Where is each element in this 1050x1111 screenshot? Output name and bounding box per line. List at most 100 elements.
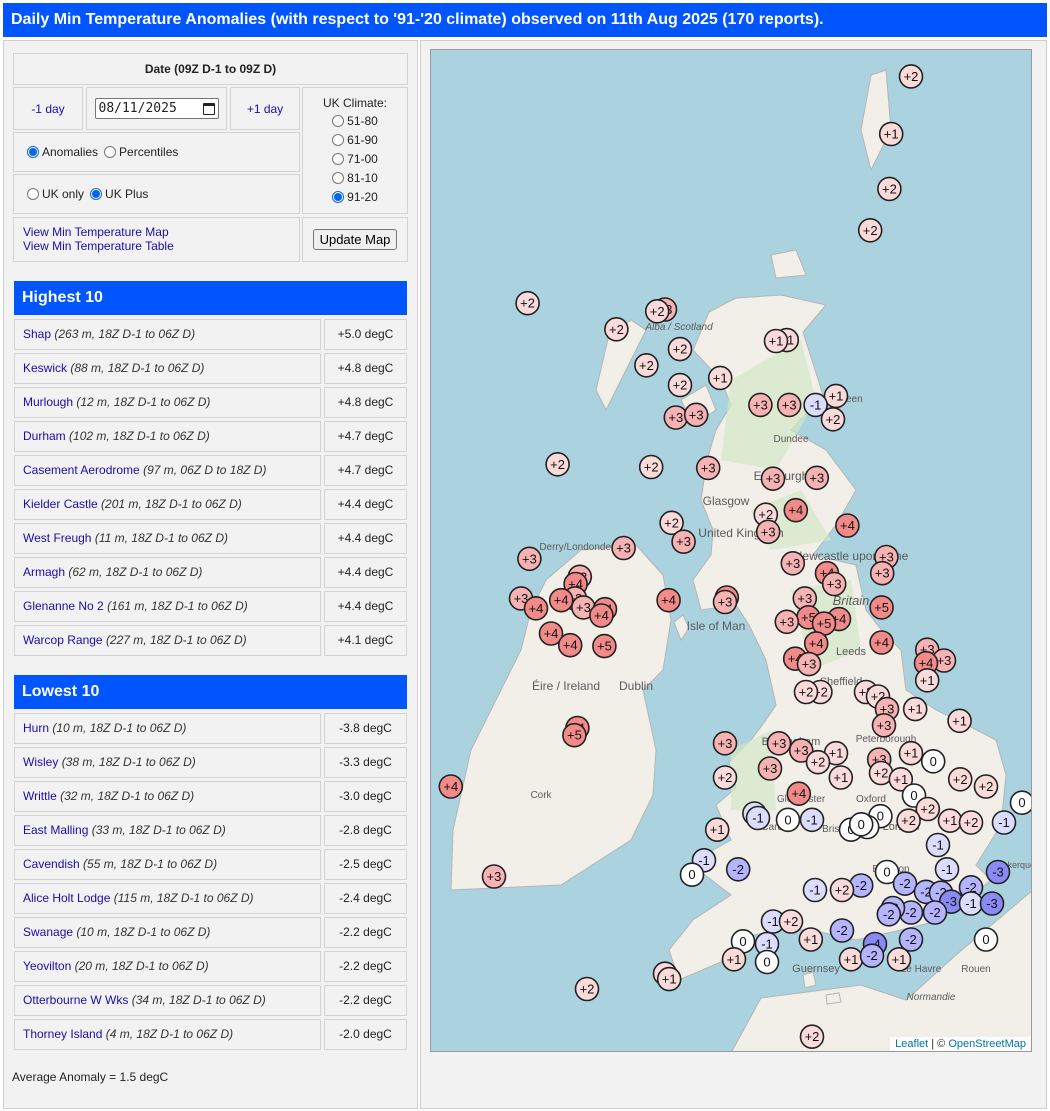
station-marker[interactable]: +2 xyxy=(947,766,973,792)
region-option-uk-plus[interactable]: UK Plus xyxy=(90,187,148,201)
station-link[interactable]: Wisley xyxy=(23,755,58,769)
station-marker[interactable]: +2 xyxy=(778,909,804,934)
station-link[interactable]: Glenanne No 2 xyxy=(23,599,104,613)
station-marker[interactable]: +1 xyxy=(886,946,912,972)
station-marker[interactable]: +1 xyxy=(898,740,924,766)
station-marker[interactable]: +2 xyxy=(958,810,984,835)
station-link[interactable]: Armagh xyxy=(23,565,65,579)
station-marker[interactable]: +3 xyxy=(774,609,800,635)
station-marker[interactable]: -1 xyxy=(745,805,771,831)
station-marker[interactable]: +3 xyxy=(683,402,709,428)
station-link[interactable]: Swanage xyxy=(23,925,73,939)
climate-radio[interactable] xyxy=(332,134,345,146)
station-marker[interactable]: +4 xyxy=(835,513,860,538)
station-marker[interactable]: +3 xyxy=(821,571,847,597)
leaflet-link[interactable]: Leaflet xyxy=(895,1038,928,1050)
station-marker[interactable]: +2 xyxy=(515,290,540,316)
station-marker[interactable]: 0 xyxy=(973,927,999,952)
station-marker[interactable]: +1 xyxy=(707,365,733,391)
station-marker[interactable]: -2 xyxy=(829,918,855,943)
station-marker[interactable]: +2 xyxy=(667,372,693,398)
station-marker[interactable]: +2 xyxy=(712,765,738,790)
station-marker[interactable]: -3 xyxy=(985,859,1011,885)
station-marker[interactable]: +2 xyxy=(877,176,902,202)
station-marker[interactable]: +3 xyxy=(663,405,689,430)
climate-option-91-20[interactable]: 91-20 xyxy=(332,188,378,207)
station-marker[interactable]: +2 xyxy=(805,749,831,775)
update-map-button[interactable]: Update Map xyxy=(312,229,398,250)
station-marker[interactable]: +1 xyxy=(838,946,864,972)
station-marker[interactable]: +4 xyxy=(786,781,812,807)
climate-radio[interactable] xyxy=(332,191,345,203)
station-marker[interactable]: +3 xyxy=(481,864,507,889)
station-marker[interactable]: +3 xyxy=(776,392,802,418)
station-marker[interactable]: 0 xyxy=(1009,790,1033,815)
station-marker[interactable]: +2 xyxy=(604,316,629,342)
station-marker[interactable]: +1 xyxy=(656,966,682,992)
station-link[interactable]: Writtle xyxy=(23,789,57,803)
station-marker[interactable]: +1 xyxy=(721,946,747,972)
anomaly-map[interactable]: AberdeenDundeeEdinburghGlasgowUnited Kin… xyxy=(430,49,1032,1052)
station-marker[interactable]: -2 xyxy=(898,927,924,952)
station-link[interactable]: Murlough xyxy=(23,395,73,409)
station-marker[interactable]: +4 xyxy=(557,632,583,658)
station-marker[interactable]: +1 xyxy=(914,667,940,693)
station-marker[interactable]: +3 xyxy=(760,466,786,492)
station-marker[interactable]: +2 xyxy=(898,64,924,89)
station-marker[interactable]: +4 xyxy=(438,774,464,799)
station-marker[interactable]: +1 xyxy=(823,383,849,409)
station-marker[interactable]: +2 xyxy=(667,336,693,362)
station-marker[interactable]: +3 xyxy=(796,651,822,677)
station-link[interactable]: Kielder Castle xyxy=(23,497,98,511)
station-link[interactable]: West Freugh xyxy=(23,531,91,545)
station-marker[interactable]: +1 xyxy=(798,927,824,952)
station-marker[interactable]: -1 xyxy=(991,810,1017,835)
region-option-uk-only[interactable]: UK only xyxy=(27,187,84,201)
station-marker[interactable]: +3 xyxy=(611,535,636,561)
station-marker[interactable]: -2 xyxy=(876,901,902,927)
station-marker[interactable]: +4 xyxy=(656,587,681,613)
station-marker[interactable]: 0 xyxy=(679,862,705,888)
view-table-link[interactable]: View Min Temperature Table xyxy=(23,239,299,253)
station-marker[interactable]: 0 xyxy=(848,811,874,837)
station-marker[interactable]: +2 xyxy=(799,1024,825,1050)
station-marker[interactable]: +3 xyxy=(748,392,773,418)
station-link[interactable]: Durham xyxy=(23,429,66,443)
station-link[interactable]: East Malling xyxy=(23,823,88,837)
date-input[interactable]: 08/11/2025 xyxy=(94,98,219,119)
station-marker[interactable]: -2 xyxy=(725,856,751,882)
station-marker[interactable]: +3 xyxy=(766,730,792,756)
station-marker[interactable]: +1 xyxy=(828,765,854,790)
station-marker[interactable]: +5 xyxy=(869,595,894,620)
climate-option-81-10[interactable]: 81-10 xyxy=(332,169,378,188)
station-marker[interactable]: +4 xyxy=(803,631,829,656)
station-marker[interactable]: +4 xyxy=(589,603,614,628)
calendar-icon[interactable] xyxy=(202,102,215,115)
climate-radio[interactable] xyxy=(332,153,345,165)
station-marker[interactable]: +2 xyxy=(896,808,921,834)
station-marker[interactable]: +3 xyxy=(871,712,897,738)
station-marker[interactable]: -1 xyxy=(958,891,984,916)
climate-option-71-00[interactable]: 71-00 xyxy=(332,150,378,169)
station-marker[interactable]: +1 xyxy=(704,817,730,843)
prev-day-link[interactable]: -1 day xyxy=(31,102,64,116)
station-marker[interactable]: -1 xyxy=(799,807,825,833)
next-day-link[interactable]: +1 day xyxy=(247,102,283,116)
station-marker[interactable]: +1 xyxy=(878,121,904,147)
station-marker[interactable]: +3 xyxy=(757,756,783,781)
station-marker[interactable]: +2 xyxy=(574,976,600,1002)
station-marker[interactable]: +2 xyxy=(820,406,846,432)
station-marker[interactable]: +2 xyxy=(973,774,999,799)
station-link[interactable]: Yeovilton xyxy=(23,959,71,973)
station-marker[interactable]: +3 xyxy=(712,730,738,756)
station-marker[interactable]: +1 xyxy=(947,708,972,734)
station-marker[interactable]: +4 xyxy=(869,630,894,655)
station-marker[interactable]: +1 xyxy=(763,328,789,354)
station-marker[interactable]: -2 xyxy=(892,871,918,897)
station-marker[interactable]: +3 xyxy=(869,560,895,586)
station-marker[interactable]: +3 xyxy=(755,519,781,545)
station-link[interactable]: Hurn xyxy=(23,721,49,735)
climate-radio[interactable] xyxy=(332,115,345,127)
station-link[interactable]: Cavendish xyxy=(23,857,80,871)
station-marker[interactable]: -1 xyxy=(802,877,828,903)
